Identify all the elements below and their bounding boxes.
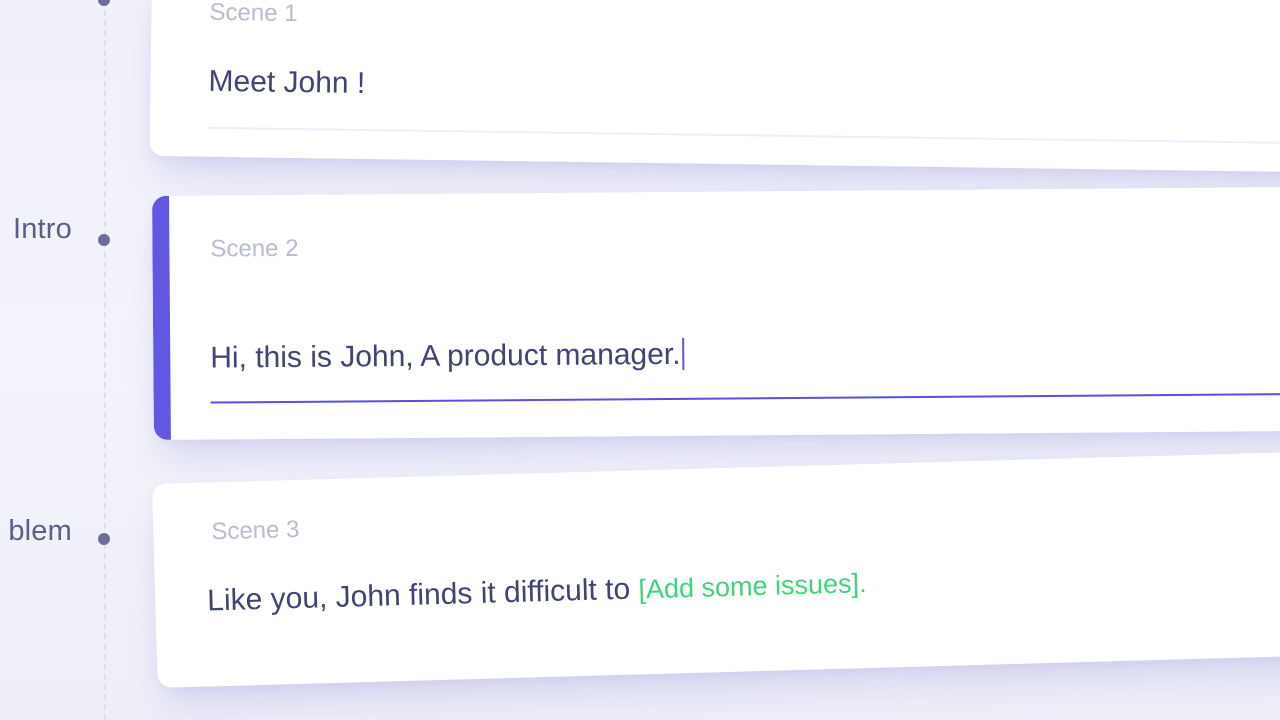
timeline-dot-problem[interactable] [98,533,110,545]
timeline-line [104,0,106,720]
timeline-dot-scene-1[interactable] [98,0,110,6]
scene-1-underline [207,126,1280,145]
scene-1-label: Scene 1 [209,0,298,28]
scene-2-label: Scene 2 [210,234,299,263]
section-label-intro[interactable]: Intro [13,213,72,246]
scene-1-text[interactable]: Meet John ! [208,65,365,101]
scene-3-text: Like you, John finds it difficult to [206,572,631,618]
scene-3-label: Scene 3 [210,515,300,546]
text-caret [682,337,685,370]
scene-2-input[interactable]: Hi, this is John, A product manager. [210,337,685,376]
scene-3-suffix: . [858,568,867,599]
section-label-problem[interactable]: blem [8,515,72,548]
active-scene-indicator [152,195,171,440]
scene-card-2-active[interactable]: Scene 2 Hi, this is John, A product mana… [152,186,1280,440]
scene-3-input[interactable]: Like you, John finds it difficult to [Ad… [207,566,867,618]
add-issues-placeholder[interactable]: [Add some issues] [638,568,859,604]
scene-2-input-underline [210,392,1280,404]
scene-card-1[interactable]: Scene 1 Meet John ! [149,0,1280,173]
scene-card-3[interactable]: Scene 3 Like you, John finds it difficul… [152,450,1280,688]
script-editor-stage: Intro blem Scene 1 Meet John ! Scene 2 H… [0,0,1280,720]
scene-2-text: Hi, this is John, A product manager. [210,337,681,375]
timeline-dot-intro[interactable] [98,234,110,246]
